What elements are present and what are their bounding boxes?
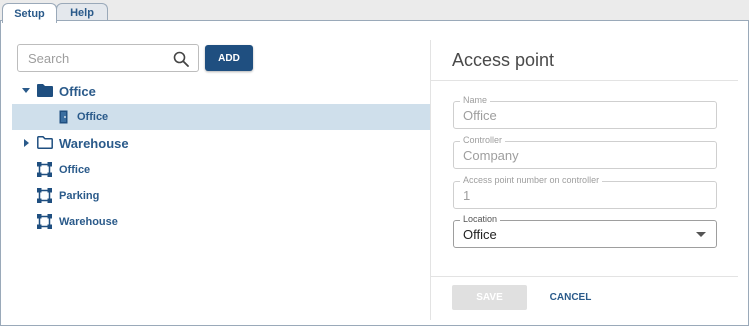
folder-filled-icon: [37, 84, 53, 97]
field-value: 1: [463, 188, 471, 203]
tab-bar: [0, 0, 749, 21]
location-select[interactable]: Location Office: [453, 214, 717, 248]
access-point-number-field: Access point number on controller 1: [453, 175, 717, 209]
search-icon[interactable]: [173, 51, 189, 67]
field-label: Location: [460, 214, 501, 224]
search-input[interactable]: [28, 51, 168, 66]
zone-icon: [37, 162, 52, 177]
tree-item-office-zone[interactable]: Office: [12, 157, 430, 183]
tree-item-label: Office: [59, 84, 96, 99]
field-value: Company: [463, 148, 519, 163]
caret-down-icon[interactable]: [696, 232, 706, 237]
field-value: Office: [463, 227, 497, 242]
tree-item-label: Warehouse: [59, 136, 129, 151]
controller-field: Controller Company: [453, 135, 717, 169]
add-button[interactable]: ADD: [205, 45, 253, 71]
page-title: Access point: [452, 50, 555, 70]
tree-item-warehouse-group[interactable]: Warehouse: [12, 130, 430, 156]
cancel-button[interactable]: CANCEL: [543, 285, 598, 310]
tree-item-warehouse-zone[interactable]: Warehouse: [12, 209, 430, 235]
field-label: Controller: [460, 135, 506, 145]
title-divider: [431, 80, 738, 81]
footer-divider: [431, 276, 738, 277]
tree-item-label: Office: [77, 111, 109, 123]
door-icon: [59, 110, 68, 124]
tree-item-label: Parking: [59, 190, 100, 202]
tree-item-office-door[interactable]: Office: [12, 104, 430, 130]
chevron-right-icon[interactable]: [22, 138, 32, 148]
field-label: Access point number on controller: [460, 175, 603, 185]
panel-divider: [430, 40, 431, 320]
tree-item-label: Office: [59, 164, 91, 176]
name-field: Name Office: [453, 95, 717, 129]
save-button[interactable]: SAVE: [452, 285, 527, 310]
tree-item-label: Warehouse: [59, 216, 118, 228]
field-label: Name: [460, 95, 491, 105]
tab-setup[interactable]: Setup: [2, 3, 57, 23]
folder-outline-icon: [37, 136, 53, 149]
chevron-down-icon[interactable]: [21, 86, 31, 96]
field-value: Office: [463, 108, 497, 123]
tree-item-office-group[interactable]: Office: [12, 78, 430, 104]
zone-icon: [37, 188, 52, 203]
search-box[interactable]: [17, 44, 199, 72]
tree-item-parking-zone[interactable]: Parking: [12, 183, 430, 209]
zone-icon: [37, 214, 52, 229]
